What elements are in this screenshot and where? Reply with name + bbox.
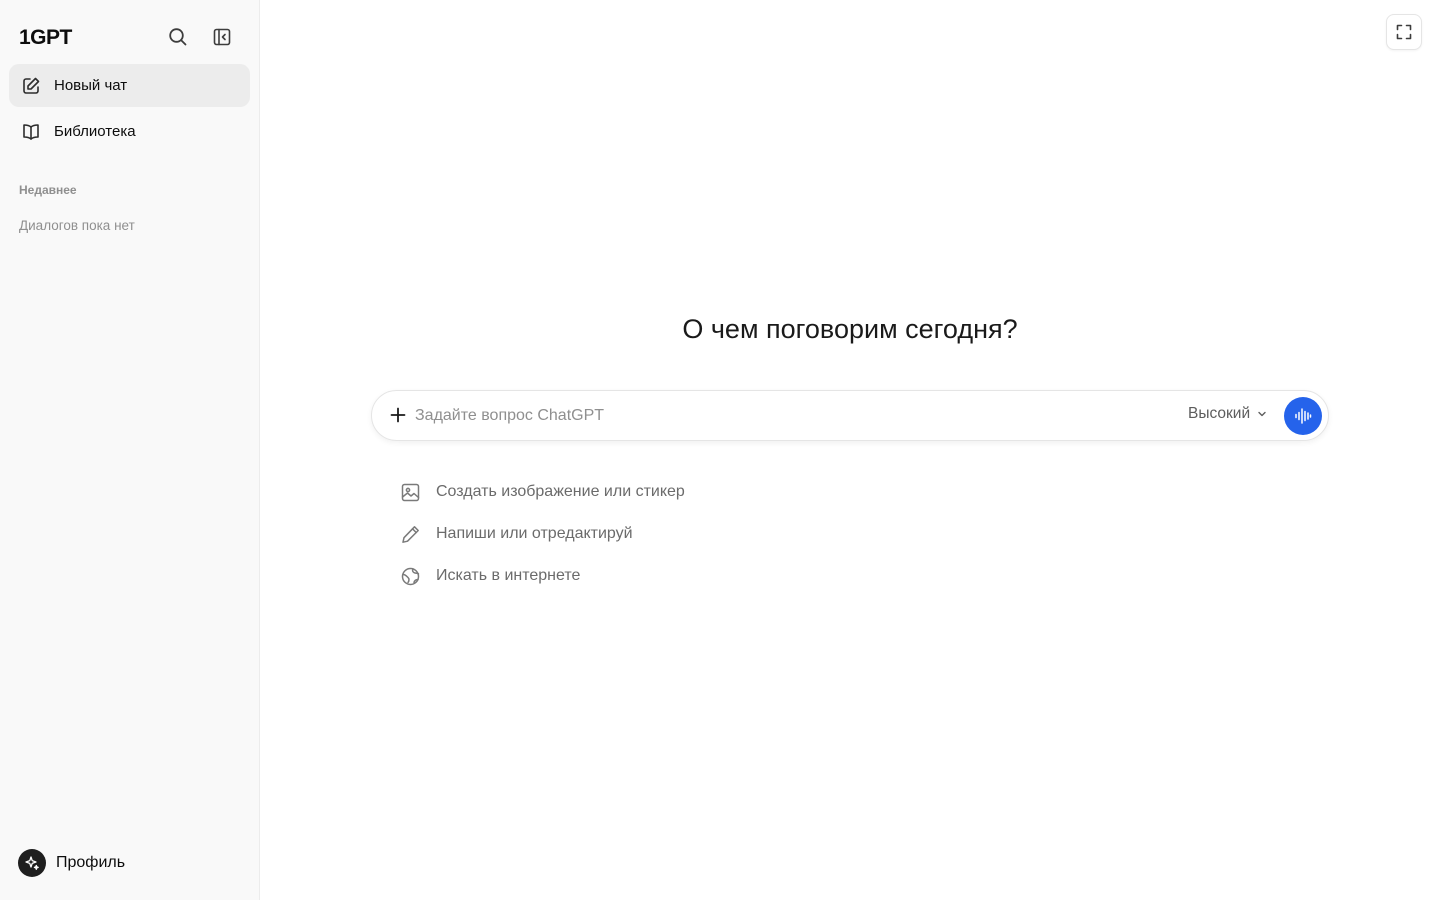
composer: Высокий — [371, 390, 1329, 441]
sidebar-item-label: Библиотека — [54, 123, 136, 140]
brand-logo: 1GPT — [19, 26, 72, 49]
globe-icon — [399, 565, 421, 587]
pencil-icon — [399, 523, 421, 545]
sidebar-item-library[interactable]: Библиотека — [9, 110, 250, 153]
search-button[interactable] — [163, 22, 193, 52]
prompt-input[interactable] — [415, 404, 1115, 428]
sparkle-icon — [25, 856, 39, 870]
voice-mode-button[interactable] — [1284, 397, 1322, 435]
model-selector[interactable]: Высокий — [1188, 405, 1267, 423]
empty-history-text: Диалогов пока нет — [19, 218, 135, 233]
profile-button[interactable]: Профиль — [18, 849, 125, 877]
profile-label: Профиль — [56, 854, 126, 871]
suggestion-web-search[interactable]: Искать в интернете — [399, 565, 580, 587]
waveform-icon — [1295, 408, 1312, 424]
recent-section-label: Недавнее — [19, 183, 77, 197]
sidebar-collapse-icon — [213, 28, 231, 46]
collapse-sidebar-button[interactable] — [207, 22, 237, 52]
suggestion-label: Напиши или отредактируй — [436, 525, 633, 542]
suggestion-label: Искать в интернете — [436, 567, 581, 584]
chevron-down-icon — [1258, 411, 1266, 417]
attach-button[interactable] — [386, 403, 410, 427]
sidebar: 1GPT Новый чат Библиотека Недавнее Диало… — [0, 0, 260, 900]
image-icon — [399, 481, 421, 503]
search-icon — [169, 28, 187, 46]
page-title: О чем поговорим сегодня? — [682, 314, 1018, 344]
suggestion-create-image[interactable]: Создать изображение или стикер — [399, 481, 685, 503]
book-icon — [20, 121, 42, 143]
avatar — [18, 849, 46, 877]
fullscreen-button[interactable] — [1386, 14, 1422, 50]
suggestion-write-edit[interactable]: Напиши или отредактируй — [399, 523, 633, 545]
suggestion-label: Создать изображение или стикер — [436, 483, 685, 500]
plus-icon — [390, 407, 406, 423]
fullscreen-icon — [1396, 24, 1412, 40]
sidebar-item-label: Новый чат — [54, 77, 128, 94]
model-selector-value: Высокий — [1188, 405, 1251, 422]
sidebar-item-new-chat[interactable]: Новый чат — [9, 64, 250, 107]
edit-icon — [20, 75, 42, 97]
